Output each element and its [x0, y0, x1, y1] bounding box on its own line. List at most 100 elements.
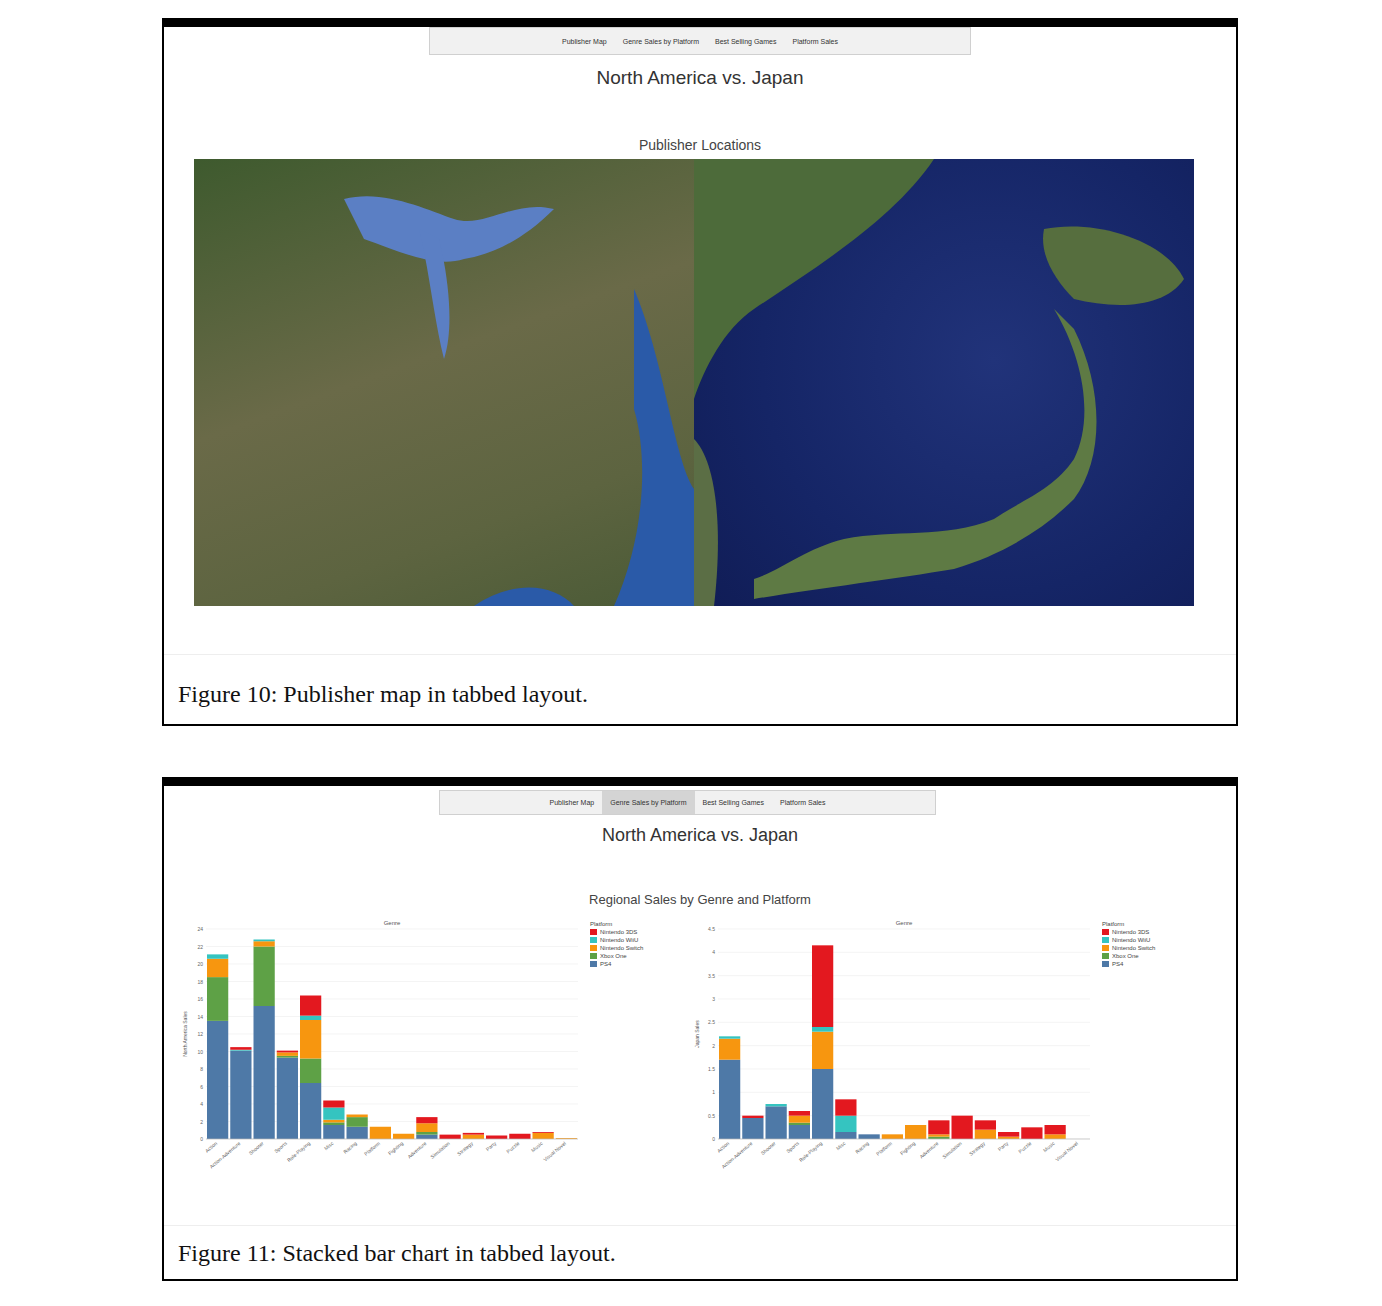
- bar-segment[interactable]: [766, 1106, 787, 1139]
- bar-segment[interactable]: [463, 1135, 484, 1139]
- bar-segment[interactable]: [416, 1132, 437, 1135]
- bar-segment[interactable]: [742, 1116, 763, 1118]
- bar-segment[interactable]: [1045, 1134, 1066, 1139]
- bar-segment[interactable]: [882, 1134, 903, 1135]
- bar-segment[interactable]: [766, 1104, 787, 1106]
- bar-segment[interactable]: [254, 947, 275, 1007]
- bar-segment[interactable]: [300, 996, 321, 1016]
- bar-segment[interactable]: [207, 1021, 228, 1139]
- bar-segment[interactable]: [207, 954, 228, 958]
- bar-segment[interactable]: [766, 1104, 787, 1105]
- bar-segment[interactable]: [928, 1134, 949, 1136]
- bar-segment[interactable]: [975, 1120, 996, 1129]
- bar-segment[interactable]: [882, 1134, 903, 1139]
- bar-segment[interactable]: [789, 1125, 810, 1139]
- bar-segment[interactable]: [812, 1032, 833, 1069]
- legend-item[interactable]: Nintendo 3DS: [1102, 928, 1174, 936]
- bar-segment[interactable]: [859, 1134, 880, 1135]
- bar-segment[interactable]: [509, 1134, 530, 1139]
- bar-segment[interactable]: [347, 1117, 368, 1127]
- bar-segment[interactable]: [719, 1036, 740, 1037]
- bar-segment[interactable]: [230, 1051, 251, 1139]
- bar-segment[interactable]: [533, 1132, 554, 1134]
- bar-segment[interactable]: [1021, 1127, 1042, 1139]
- legend-item[interactable]: Xbox One: [590, 952, 662, 960]
- bar-segment[interactable]: [952, 1116, 973, 1139]
- bar-segment[interactable]: [998, 1132, 1019, 1137]
- tab[interactable]: Platform Sales: [784, 28, 846, 54]
- bar-segment[interactable]: [719, 1039, 740, 1060]
- bar-segment[interactable]: [719, 1060, 740, 1139]
- bar-segment[interactable]: [347, 1115, 368, 1118]
- bar-segment[interactable]: [1045, 1125, 1066, 1134]
- bar-segment[interactable]: [416, 1135, 437, 1139]
- bar-segment[interactable]: [254, 941, 275, 946]
- bar-segment[interactable]: [812, 1069, 833, 1139]
- bar-segment[interactable]: [556, 1138, 577, 1139]
- bar-segment[interactable]: [370, 1126, 391, 1127]
- bar-segment[interactable]: [300, 1059, 321, 1084]
- bar-segment[interactable]: [789, 1116, 810, 1123]
- legend-item[interactable]: Nintendo WiiU: [1102, 936, 1174, 944]
- bar-segment[interactable]: [835, 1132, 856, 1139]
- publisher-maps[interactable]: [194, 159, 1194, 606]
- bar-segment[interactable]: [230, 1047, 251, 1050]
- japan-map[interactable]: [694, 159, 1194, 606]
- legend-item[interactable]: Nintendo Switch: [1102, 944, 1174, 952]
- bar-segment[interactable]: [323, 1125, 344, 1139]
- bar-segment[interactable]: [230, 1050, 251, 1051]
- bar-segment[interactable]: [835, 1116, 856, 1132]
- bar-segment[interactable]: [393, 1133, 414, 1134]
- tab[interactable]: Publisher Map: [554, 28, 615, 54]
- bar-segment[interactable]: [230, 1050, 251, 1051]
- north-america-map[interactable]: [194, 159, 694, 606]
- bar-segment[interactable]: [323, 1120, 344, 1123]
- bar-segment[interactable]: [393, 1133, 414, 1134]
- legend-item[interactable]: Nintendo Switch: [590, 944, 662, 952]
- bar-segment[interactable]: [789, 1111, 810, 1116]
- bar-segment[interactable]: [928, 1120, 949, 1134]
- bar-segment[interactable]: [370, 1126, 391, 1127]
- legend-item[interactable]: Nintendo 3DS: [590, 928, 662, 936]
- bar-segment[interactable]: [347, 1114, 368, 1115]
- bar-segment[interactable]: [975, 1130, 996, 1139]
- bar-segment[interactable]: [393, 1134, 414, 1139]
- bar-segment[interactable]: [207, 959, 228, 977]
- legend-item[interactable]: Nintendo WiiU: [590, 936, 662, 944]
- bar-segment[interactable]: [905, 1125, 926, 1126]
- bar-segment[interactable]: [882, 1134, 903, 1135]
- bar-segment[interactable]: [859, 1134, 880, 1139]
- bar-segment[interactable]: [300, 1020, 321, 1059]
- bar-segment[interactable]: [277, 1051, 298, 1053]
- bar-segment[interactable]: [323, 1101, 344, 1108]
- legend-item[interactable]: PS4: [1102, 960, 1174, 968]
- bar-segment[interactable]: [347, 1114, 368, 1115]
- bar-segment[interactable]: [905, 1125, 926, 1139]
- bar-segment[interactable]: [835, 1099, 856, 1115]
- tab[interactable]: Genre Sales by Platform: [602, 791, 694, 814]
- bar-segment[interactable]: [859, 1134, 880, 1135]
- bar-segment[interactable]: [277, 1058, 298, 1139]
- bar-segment[interactable]: [323, 1108, 344, 1120]
- bar-segment[interactable]: [416, 1123, 437, 1132]
- bar-segment[interactable]: [533, 1132, 554, 1133]
- bar-segment[interactable]: [486, 1136, 507, 1140]
- legend-item[interactable]: PS4: [590, 960, 662, 968]
- bar-segment[interactable]: [859, 1134, 880, 1135]
- bar-segment[interactable]: [719, 1036, 740, 1038]
- bar-segment[interactable]: [789, 1123, 810, 1125]
- bar-segment[interactable]: [300, 1083, 321, 1139]
- bar-segment[interactable]: [859, 1134, 880, 1135]
- bar-segment[interactable]: [323, 1122, 344, 1125]
- bar-segment[interactable]: [463, 1133, 484, 1135]
- legend-item[interactable]: Xbox One: [1102, 952, 1174, 960]
- tab[interactable]: Platform Sales: [772, 791, 834, 814]
- bar-segment[interactable]: [416, 1117, 437, 1123]
- bar-segment[interactable]: [556, 1138, 577, 1139]
- bar-segment[interactable]: [347, 1127, 368, 1139]
- bar-segment[interactable]: [254, 1006, 275, 1139]
- tab[interactable]: Best Selling Games: [707, 28, 784, 54]
- bar-segment[interactable]: [812, 945, 833, 1027]
- bar-segment[interactable]: [742, 1118, 763, 1139]
- bar-segment[interactable]: [440, 1135, 461, 1139]
